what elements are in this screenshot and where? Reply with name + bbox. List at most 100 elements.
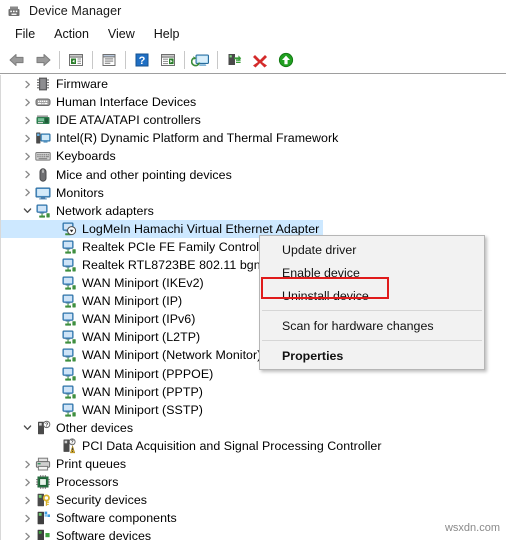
update-driver-button[interactable]: [273, 48, 299, 72]
tree-row-hit-area[interactable]: Mice and other pointing devices: [1, 166, 236, 184]
scan-hardware-changes-button[interactable]: [221, 48, 247, 72]
chevron-right-icon[interactable]: [19, 116, 35, 125]
network-adapter-disabled-icon: [61, 221, 77, 237]
tree-row-label: LogMeIn Hamachi Virtual Ethernet Adapter: [82, 221, 320, 236]
tree-row-hit-area[interactable]: WAN Miniport (L2TP): [1, 328, 204, 346]
processor-icon: [35, 474, 51, 490]
chevron-right-icon[interactable]: [19, 80, 35, 89]
context-menu-item-enable-device[interactable]: Enable device: [260, 261, 484, 284]
tree-row-hit-area[interactable]: Software devices: [1, 527, 155, 540]
chevron-right-icon[interactable]: [19, 514, 35, 523]
chevron-right-icon[interactable]: [19, 170, 35, 179]
tree-row[interactable]: Software components: [1, 509, 506, 527]
tree-row[interactable]: Firmware: [1, 75, 506, 93]
context-menu[interactable]: Update driver Enable device Uninstall de…: [259, 235, 485, 370]
tree-row[interactable]: Mice and other pointing devices: [1, 165, 506, 183]
tree-row-label: PCI Data Acquisition and Signal Processi…: [82, 438, 382, 453]
tree-row[interactable]: WAN Miniport (SSTP): [1, 401, 506, 419]
tree-row[interactable]: Keyboards: [1, 147, 506, 165]
green-up-arrow-icon: [278, 52, 294, 67]
security-device-icon: [35, 492, 51, 508]
tree-row-hit-area[interactable]: Software components: [1, 509, 181, 527]
help-button[interactable]: ?: [129, 48, 155, 72]
network-adapter-icon: [61, 275, 77, 291]
mouse-icon: [35, 167, 51, 183]
chevron-right-icon[interactable]: [19, 152, 35, 161]
tree-row-label: Mice and other pointing devices: [56, 167, 232, 182]
context-menu-item-scan-for-hardware-changes[interactable]: Scan for hardware changes: [260, 314, 484, 337]
unknown-device-warning-icon: ?: [61, 438, 77, 454]
tree-row[interactable]: WAN Miniport (PPTP): [1, 383, 506, 401]
tree-row-hit-area[interactable]: WAN Miniport (Network Monitor): [1, 346, 265, 364]
menu-help[interactable]: Help: [146, 25, 189, 43]
tree-row[interactable]: Monitors: [1, 184, 506, 202]
tree-row[interactable]: Processors: [1, 473, 506, 491]
tree-row-label: WAN Miniport (PPPOE): [82, 366, 214, 381]
watermark: wsxdn.com: [444, 522, 500, 534]
tree-row-hit-area[interactable]: Network adapters: [1, 202, 158, 220]
chevron-right-icon[interactable]: [19, 496, 35, 505]
tree-row-label: WAN Miniport (IKEv2): [82, 276, 204, 291]
tree-row[interactable]: Software devices: [1, 527, 506, 540]
tree-row[interactable]: ? PCI Data Acquisition and Signal Process…: [1, 437, 506, 455]
properties-icon: [102, 53, 116, 66]
context-menu-item-uninstall-device[interactable]: Uninstall device: [260, 284, 484, 307]
display-mode-button[interactable]: [188, 48, 214, 72]
uninstall-device-button[interactable]: [247, 48, 273, 72]
tree-row-hit-area[interactable]: Human Interface Devices: [1, 93, 200, 111]
software-device-icon: [35, 528, 51, 540]
chevron-right-icon[interactable]: [19, 188, 35, 197]
tree-row-label: Print queues: [56, 457, 127, 472]
properties-button[interactable]: [96, 48, 122, 72]
other-devices-icon: ?: [35, 420, 51, 436]
tree-row-hit-area[interactable]: ? PCI Data Acquisition and Signal Process…: [1, 437, 386, 455]
tree-row-hit-area[interactable]: WAN Miniport (IP): [1, 292, 186, 310]
svg-text:?: ?: [45, 422, 48, 428]
back-button[interactable]: [4, 48, 30, 72]
menu-file[interactable]: File: [7, 25, 44, 43]
tree-row-hit-area[interactable]: Realtek PCIe FE Family Controller: [1, 238, 277, 256]
network-adapter-icon: [61, 402, 77, 418]
tree-row-hit-area[interactable]: Print queues: [1, 455, 130, 473]
tree-row-hit-area[interactable]: IDE ATA/ATAPI controllers: [1, 111, 205, 129]
tree-row-hit-area[interactable]: Intel(R) Dynamic Platform and Thermal Fr…: [1, 129, 342, 147]
tree-row-hit-area[interactable]: ? Other devices: [1, 419, 137, 437]
tree-row-hit-area[interactable]: Processors: [1, 473, 122, 491]
tree-row[interactable]: Print queues: [1, 455, 506, 473]
tree-row-label: WAN Miniport (IPv6): [82, 312, 196, 327]
tree-row[interactable]: Network adapters: [1, 202, 506, 220]
chevron-right-icon[interactable]: [19, 478, 35, 487]
chevron-down-icon[interactable]: [19, 423, 35, 432]
menu-action[interactable]: Action: [46, 25, 98, 43]
tree-row-hit-area[interactable]: WAN Miniport (SSTP): [1, 401, 207, 419]
tree-row-hit-area[interactable]: Keyboards: [1, 147, 120, 165]
forward-button[interactable]: [30, 48, 56, 72]
tree-row[interactable]: IDE ATA/ATAPI controllers: [1, 111, 506, 129]
red-x-icon: [253, 54, 267, 67]
tree-row-label: Keyboards: [56, 149, 116, 164]
chevron-right-icon[interactable]: [19, 460, 35, 469]
tree-row-hit-area[interactable]: WAN Miniport (IPv6): [1, 310, 199, 328]
context-menu-item-properties[interactable]: Properties: [260, 344, 484, 367]
context-menu-item-update-driver[interactable]: Update driver: [260, 238, 484, 261]
action-menu-button[interactable]: [155, 48, 181, 72]
chevron-down-icon[interactable]: [19, 206, 35, 215]
network-adapter-icon: [61, 257, 77, 273]
tree-row[interactable]: ? Other devices: [1, 419, 506, 437]
svg-text:?: ?: [71, 440, 74, 446]
tree-row-hit-area[interactable]: Security devices: [1, 491, 151, 509]
chevron-right-icon[interactable]: [19, 532, 35, 540]
tree-row[interactable]: Security devices: [1, 491, 506, 509]
show-hide-console-tree-button[interactable]: [63, 48, 89, 72]
tree-row-hit-area[interactable]: WAN Miniport (PPTP): [1, 383, 207, 401]
menu-view[interactable]: View: [100, 25, 144, 43]
tree-row-label: Security devices: [56, 493, 148, 508]
tree-row[interactable]: Intel(R) Dynamic Platform and Thermal Fr…: [1, 129, 506, 147]
tree-row-hit-area[interactable]: WAN Miniport (PPPOE): [1, 365, 217, 383]
tree-row[interactable]: Human Interface Devices: [1, 93, 506, 111]
chevron-right-icon[interactable]: [19, 98, 35, 107]
tree-row-hit-area[interactable]: Monitors: [1, 184, 108, 202]
chevron-right-icon[interactable]: [19, 134, 35, 143]
tree-row-hit-area[interactable]: Firmware: [1, 75, 112, 93]
tree-row-hit-area[interactable]: WAN Miniport (IKEv2): [1, 274, 208, 292]
